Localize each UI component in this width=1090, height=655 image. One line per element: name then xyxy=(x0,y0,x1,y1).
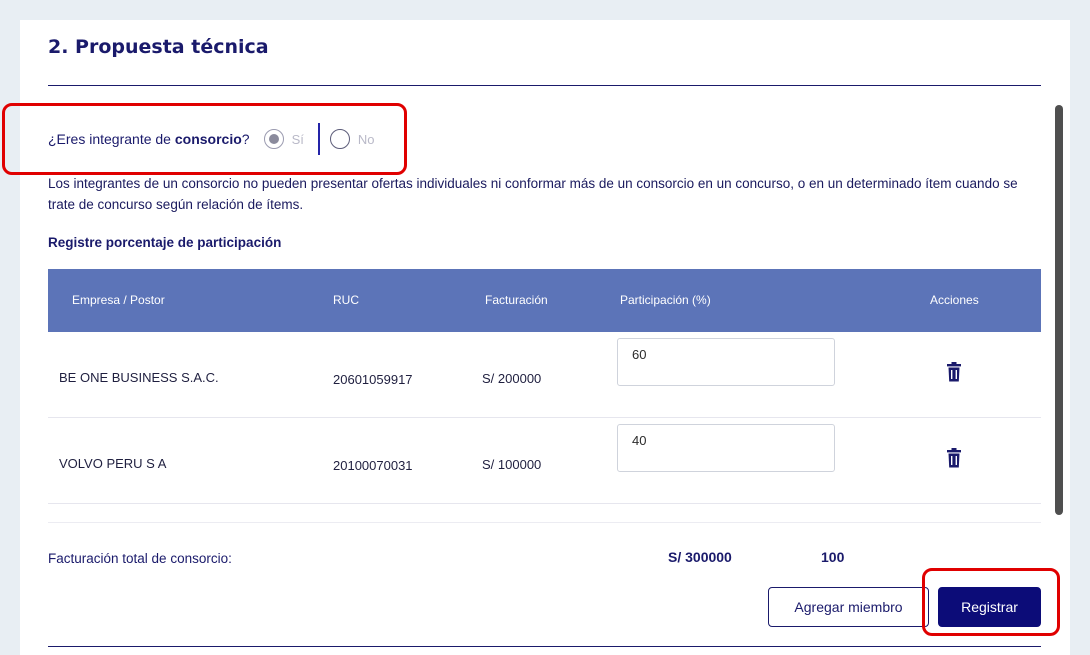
highlight-register xyxy=(922,568,1060,636)
participation-input[interactable] xyxy=(617,424,835,472)
table-header: Empresa / Postor RUC Facturación Partici… xyxy=(48,269,1041,332)
cell-empresa: VOLVO PERU S A xyxy=(59,456,167,471)
trash-icon[interactable] xyxy=(946,362,962,382)
table-row: VOLVO PERU S A 20100070031 S/ 100000 xyxy=(48,418,1041,504)
header-facturacion: Facturación xyxy=(485,293,548,307)
table-row: BE ONE BUSINESS S.A.C. 20601059917 S/ 20… xyxy=(48,332,1041,418)
participation-input[interactable] xyxy=(617,338,835,386)
consorcio-note: Los integrantes de un consorcio no puede… xyxy=(48,176,1018,212)
totals-divider xyxy=(48,522,1041,523)
cell-facturacion: S/ 200000 xyxy=(482,371,542,386)
section-title: 2. Propuesta técnica xyxy=(48,36,269,58)
cell-empresa: BE ONE BUSINESS S.A.C. xyxy=(59,370,219,385)
total-label: Facturación total de consorcio: xyxy=(48,551,232,566)
header-participacion: Participación (%) xyxy=(620,293,711,307)
header-ruc: RUC xyxy=(333,293,359,307)
scrollbar-thumb[interactable] xyxy=(1055,105,1063,515)
cell-ruc: 20601059917 xyxy=(333,372,413,387)
header-empresa: Empresa / Postor xyxy=(72,293,165,307)
trash-icon[interactable] xyxy=(946,448,962,468)
bottom-divider xyxy=(48,646,1041,647)
total-participacion: 100 xyxy=(821,549,845,565)
participation-title: Registre porcentaje de participación xyxy=(48,235,282,250)
highlight-consorcio xyxy=(2,103,407,175)
title-divider xyxy=(48,85,1041,86)
add-member-button[interactable]: Agregar miembro xyxy=(768,587,929,627)
cell-ruc: 20100070031 xyxy=(333,458,413,473)
cell-facturacion: S/ 100000 xyxy=(482,457,542,472)
header-acciones: Acciones xyxy=(930,293,979,307)
total-facturacion: S/ 300000 xyxy=(668,549,732,565)
